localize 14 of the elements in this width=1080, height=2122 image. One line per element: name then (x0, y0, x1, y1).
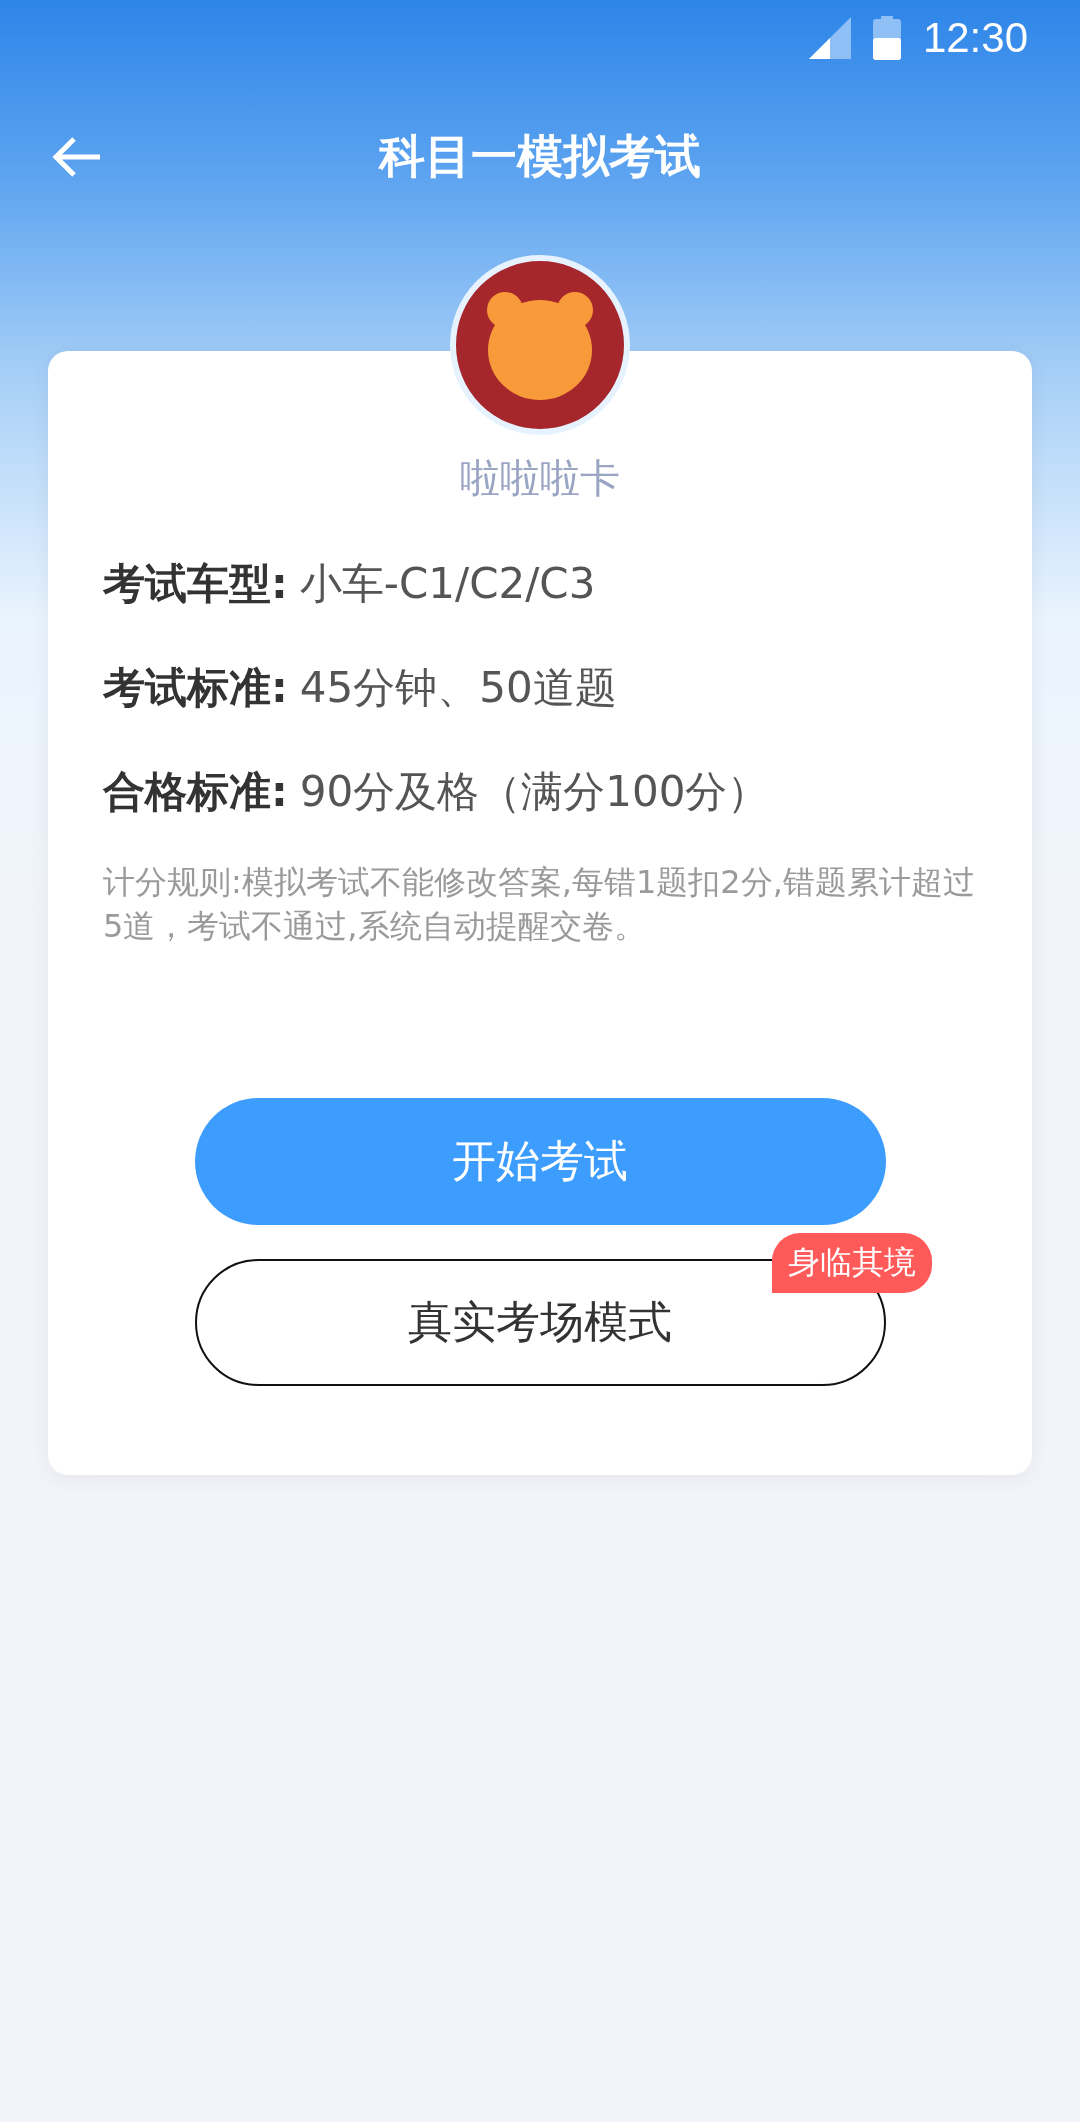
info-value: 90分及格（满分100分） (299, 766, 770, 818)
badge: 身临其境 (771, 1233, 932, 1293)
signal-icon (808, 16, 851, 59)
info-label: 考试车型: (103, 558, 288, 610)
back-icon[interactable] (52, 135, 102, 179)
page-title: 科目一模拟考试 (379, 128, 701, 185)
info-label: 合格标准: (103, 766, 288, 818)
info-value: 小车-C1/C2/C3 (299, 558, 596, 610)
info-value: 45分钟、50道题 (299, 662, 617, 714)
rules-text: 计分规则:模拟考试不能修改答案,每错1题扣2分,错题累计超过5道，考试不通过,系统自动提醒交卷。 (103, 862, 976, 947)
user-name: 啦啦啦卡 (460, 454, 620, 503)
status-time: 12:30 (922, 13, 1028, 62)
info-label: 考试标准: (103, 662, 288, 714)
battery-icon (872, 15, 901, 60)
